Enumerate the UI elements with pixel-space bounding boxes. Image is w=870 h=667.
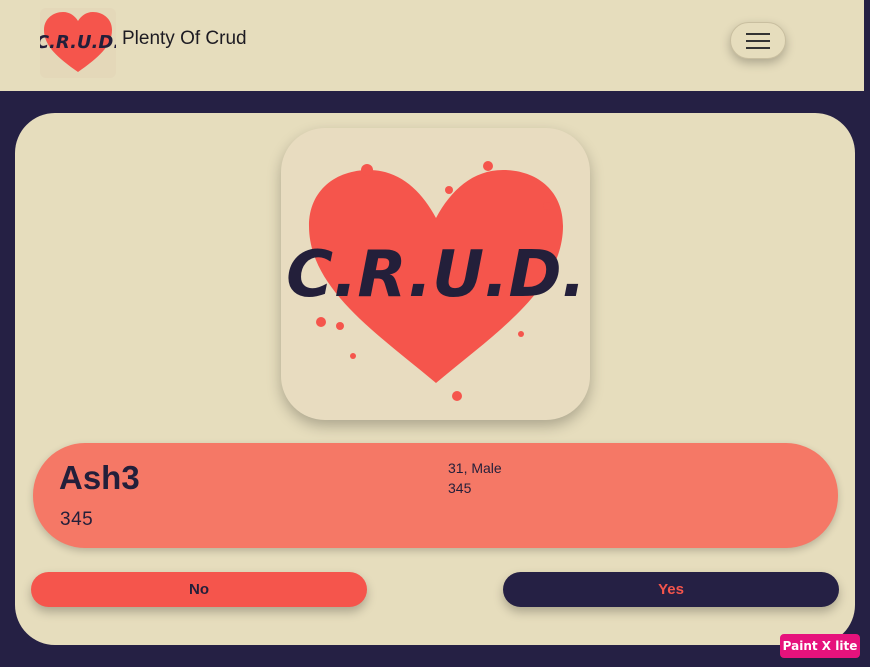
heart-logo-icon: C.R.U.D. [36, 12, 120, 72]
menu-toggle-button[interactable] [730, 22, 786, 59]
profile-secondary-id: 345 [448, 480, 472, 496]
yes-button[interactable]: Yes [503, 572, 839, 607]
heart-logo-icon: C.R.U.D. [286, 161, 586, 401]
no-button[interactable]: No [31, 572, 367, 607]
navbar: C.R.U.D. Plenty Of Crud [0, 0, 864, 91]
profile-name: Ash3 [59, 459, 140, 496]
brand-name[interactable]: Plenty Of Crud [122, 28, 247, 50]
brand-logo[interactable]: C.R.U.D. [36, 8, 120, 78]
profile-age-gender: 31, Male [448, 460, 502, 476]
profile-info-panel: Ash3 345 31, Male 345 [33, 443, 838, 548]
paint-x-lite-badge[interactable]: Paint X lite [780, 634, 860, 658]
profile-image: C.R.U.D. [281, 128, 590, 420]
profile-image-text: C.R.U.D. [286, 238, 586, 312]
profile-id: 345 [60, 509, 94, 530]
logo-text: C.R.U.D. [40, 32, 116, 53]
